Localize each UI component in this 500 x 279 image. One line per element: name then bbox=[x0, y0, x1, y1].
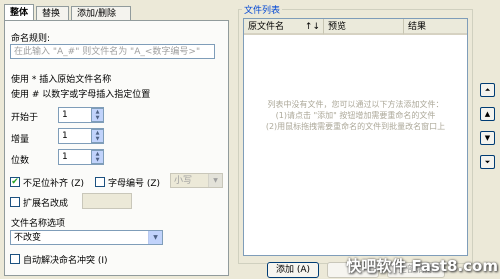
name-options-select[interactable]: 不改变 ▼ bbox=[10, 230, 163, 245]
spin-down-icon: ▼ bbox=[95, 115, 100, 121]
increment-stepper[interactable]: ▲ ▼ bbox=[91, 129, 104, 143]
digits-stepper[interactable]: ▲ ▼ bbox=[91, 150, 104, 164]
move-bottom-icon: ⏷ bbox=[484, 158, 491, 166]
tab-general[interactable]: 整体 bbox=[4, 4, 34, 21]
file-list-title: 文件列表 bbox=[242, 3, 283, 16]
sort-arrows-icon: ↑↓ bbox=[304, 22, 320, 32]
move-top-icon: ⏶ bbox=[484, 86, 491, 94]
move-down-icon: ▼ bbox=[484, 134, 491, 142]
letter-number-label: 字母编号 (Z) bbox=[108, 179, 161, 189]
tab-add-remove[interactable]: 添加/删除 bbox=[71, 6, 131, 20]
extension-label: 扩展名改成 bbox=[23, 199, 69, 209]
letter-number-checkbox[interactable] bbox=[95, 177, 105, 187]
move-down-button[interactable]: ▼ bbox=[480, 131, 495, 145]
pad-zero-checkbox[interactable]: ✔ bbox=[10, 177, 20, 187]
empty-message-line3: (2)用鼠标拖拽需要重命名的文件到批量改名窗口上 bbox=[265, 122, 446, 131]
chevron-down-icon: ▼ bbox=[148, 231, 162, 244]
column-original-name[interactable]: 原文件名 ↑↓ bbox=[244, 19, 324, 35]
column-original-label: 原文件名 bbox=[248, 22, 285, 32]
watermark-logo: 快吧软件 Fast8.com bbox=[346, 257, 498, 275]
file-list[interactable]: 原文件名 ↑↓ 预览 结果 列表中没有文件，您可以通过以下方法添加文件： (1)… bbox=[243, 18, 468, 256]
start-stepper[interactable]: ▲ ▼ bbox=[91, 108, 104, 122]
spin-down-icon: ▼ bbox=[95, 136, 100, 142]
naming-rule-label: 命名规则: bbox=[11, 34, 51, 44]
empty-message-line1: 列表中没有文件，您可以通过以下方法添加文件： bbox=[267, 100, 444, 109]
spin-down-icon: ▼ bbox=[95, 157, 100, 163]
move-up-button[interactable]: ▲ bbox=[480, 107, 495, 121]
auto-resolve-label: 自动解决命名冲突 (I) bbox=[23, 256, 108, 266]
chevron-down-icon: ▼ bbox=[208, 174, 222, 187]
name-options-value: 不改变 bbox=[14, 233, 42, 243]
naming-rule-input[interactable]: 在此输入 "A_#" 则文件名为 "A_<数字编号>" bbox=[10, 44, 215, 59]
move-top-button[interactable]: ⏶ bbox=[480, 83, 495, 97]
pad-zero-label: 不足位补齐 (Z) bbox=[23, 179, 85, 189]
increment-label: 增量 bbox=[11, 135, 30, 145]
digits-label: 位数 bbox=[11, 156, 30, 166]
start-label: 开始于 bbox=[11, 113, 39, 123]
tab-replace[interactable]: 替换 bbox=[36, 6, 69, 20]
case-select[interactable]: 小写 ▼ bbox=[170, 173, 223, 188]
auto-resolve-checkbox[interactable] bbox=[10, 254, 20, 264]
help-text-hash: 使用 # 以数字或字母插入指定位置 bbox=[11, 90, 151, 100]
add-button[interactable]: 添加 (A) bbox=[267, 262, 319, 278]
extension-input[interactable] bbox=[82, 193, 132, 209]
empty-message-line2: (1)请点击 "添加" 按钮增加需要重命名的文件 bbox=[275, 111, 436, 120]
help-text-asterisk: 使用 * 插入原始文件名称 bbox=[11, 75, 112, 85]
move-up-icon: ▲ bbox=[484, 110, 491, 118]
case-select-value: 小写 bbox=[174, 176, 193, 186]
extension-checkbox[interactable] bbox=[10, 197, 20, 207]
move-bottom-button[interactable]: ⏷ bbox=[480, 155, 495, 169]
column-preview[interactable]: 预览 bbox=[324, 19, 404, 35]
name-options-label: 文件名称选项 bbox=[11, 219, 66, 229]
column-result[interactable]: 结果 bbox=[404, 19, 467, 35]
